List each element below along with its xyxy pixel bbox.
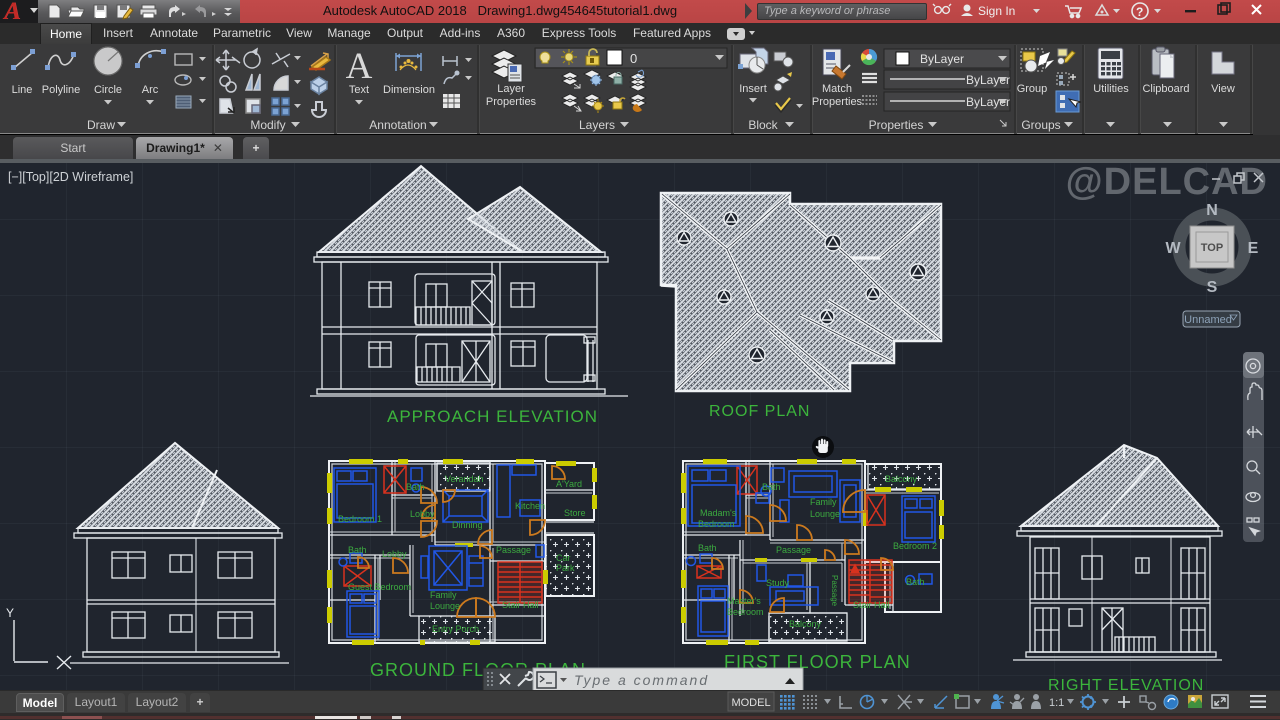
svg-text:Dinning: Dinning <box>452 520 483 530</box>
svg-text:1:1: 1:1 <box>1049 697 1064 709</box>
svg-text:Passage: Passage <box>496 545 531 555</box>
svg-text:Passage: Passage <box>830 575 839 607</box>
svg-text:Lobby: Lobby <box>410 509 435 519</box>
svg-text:Family: Family <box>430 590 457 600</box>
svg-text:Block: Block <box>748 118 778 132</box>
svg-text:A'Yard: A'Yard <box>556 479 582 489</box>
svg-text:N: N <box>1206 202 1218 219</box>
svg-text:E: E <box>1248 240 1259 257</box>
svg-text:Bedroom 2: Bedroom 2 <box>893 541 937 551</box>
svg-text:S: S <box>1207 279 1218 296</box>
svg-text:ROOF PLAN: ROOF PLAN <box>709 403 810 420</box>
svg-text:Utilities: Utilities <box>1093 83 1129 95</box>
svg-text:Study: Study <box>766 578 790 588</box>
svg-text:Y: Y <box>6 606 14 620</box>
svg-text:Match: Match <box>822 83 852 95</box>
svg-text:Lounge: Lounge <box>430 601 460 611</box>
svg-text:Sign In: Sign In <box>978 4 1015 18</box>
svg-text:Type a command: Type a command <box>574 672 709 688</box>
svg-text:Dimension: Dimension <box>383 84 435 96</box>
svg-text:A: A <box>346 46 373 87</box>
svg-text:Store: Store <box>564 508 586 518</box>
svg-text:Layers: Layers <box>579 118 615 132</box>
svg-text:Polyline: Polyline <box>42 84 81 96</box>
svg-text:Balcony: Balcony <box>885 474 918 484</box>
svg-text:Entry Porch: Entry Porch <box>432 624 479 634</box>
svg-text:Properties: Properties <box>869 118 924 132</box>
svg-text:Guest Bedroom: Guest Bedroom <box>348 582 411 592</box>
svg-text:Lounge: Lounge <box>810 509 840 519</box>
svg-text:Modify: Modify <box>250 118 285 132</box>
svg-text:Bath: Bath <box>698 543 717 553</box>
svg-text:Passage: Passage <box>776 545 811 555</box>
svg-text:ByLayer: ByLayer <box>920 52 964 66</box>
svg-text:Car: Car <box>556 553 571 563</box>
svg-text:Properties: Properties <box>812 96 863 108</box>
svg-text:Bedroom 1: Bedroom 1 <box>338 514 382 524</box>
svg-text:Draw: Draw <box>87 118 115 132</box>
svg-text:Bath: Bath <box>906 577 925 587</box>
svg-text:Verandah: Verandah <box>445 474 484 484</box>
svg-text:Insert: Insert <box>739 83 767 95</box>
svg-text:Circle: Circle <box>94 84 122 96</box>
svg-text:Unnamed: Unnamed <box>1184 314 1232 326</box>
svg-text:Bedroom: Bedroom <box>698 519 735 529</box>
svg-text:Group: Group <box>1017 83 1048 95</box>
svg-text:TOP: TOP <box>1201 242 1223 254</box>
svg-text:View: View <box>1211 83 1235 95</box>
svg-text:Bath: Bath <box>762 482 781 492</box>
svg-text:MODEL: MODEL <box>731 697 770 709</box>
svg-text:Bath: Bath <box>406 482 425 492</box>
svg-text:Line: Line <box>12 84 33 96</box>
svg-text:0: 0 <box>630 51 637 66</box>
svg-text:Groups: Groups <box>1021 118 1060 132</box>
svg-text:Bedroom: Bedroom <box>727 607 764 617</box>
svg-text:Properties: Properties <box>486 96 537 108</box>
svg-text:Master's: Master's <box>727 596 761 606</box>
svg-text:Madam's: Madam's <box>700 508 737 518</box>
svg-text:Stair Hall: Stair Hall <box>502 600 539 610</box>
svg-text:Arc: Arc <box>142 84 159 96</box>
svg-text:Annotation: Annotation <box>369 118 426 132</box>
svg-text:[−][Top][2D Wireframe]: [−][Top][2D Wireframe] <box>8 170 133 184</box>
svg-text:Family: Family <box>810 497 837 507</box>
svg-text:Balcony: Balcony <box>789 619 822 629</box>
svg-text:?: ? <box>1136 5 1143 19</box>
svg-text:Text: Text <box>349 84 369 96</box>
svg-text:RIGHT ELEVATION: RIGHT ELEVATION <box>1048 677 1204 690</box>
svg-text:Layer: Layer <box>497 83 525 95</box>
svg-text:Bath: Bath <box>348 545 367 555</box>
svg-text:Lobby: Lobby <box>382 549 407 559</box>
svg-text:Park: Park <box>556 563 575 573</box>
svg-text:APPROACH ELEVATION: APPROACH ELEVATION <box>387 407 598 426</box>
svg-text:Clipboard: Clipboard <box>1142 83 1189 95</box>
svg-text:Kitchen: Kitchen <box>515 501 545 511</box>
svg-text:Stair Hall: Stair Hall <box>853 600 890 610</box>
svg-text:W: W <box>1165 240 1181 257</box>
